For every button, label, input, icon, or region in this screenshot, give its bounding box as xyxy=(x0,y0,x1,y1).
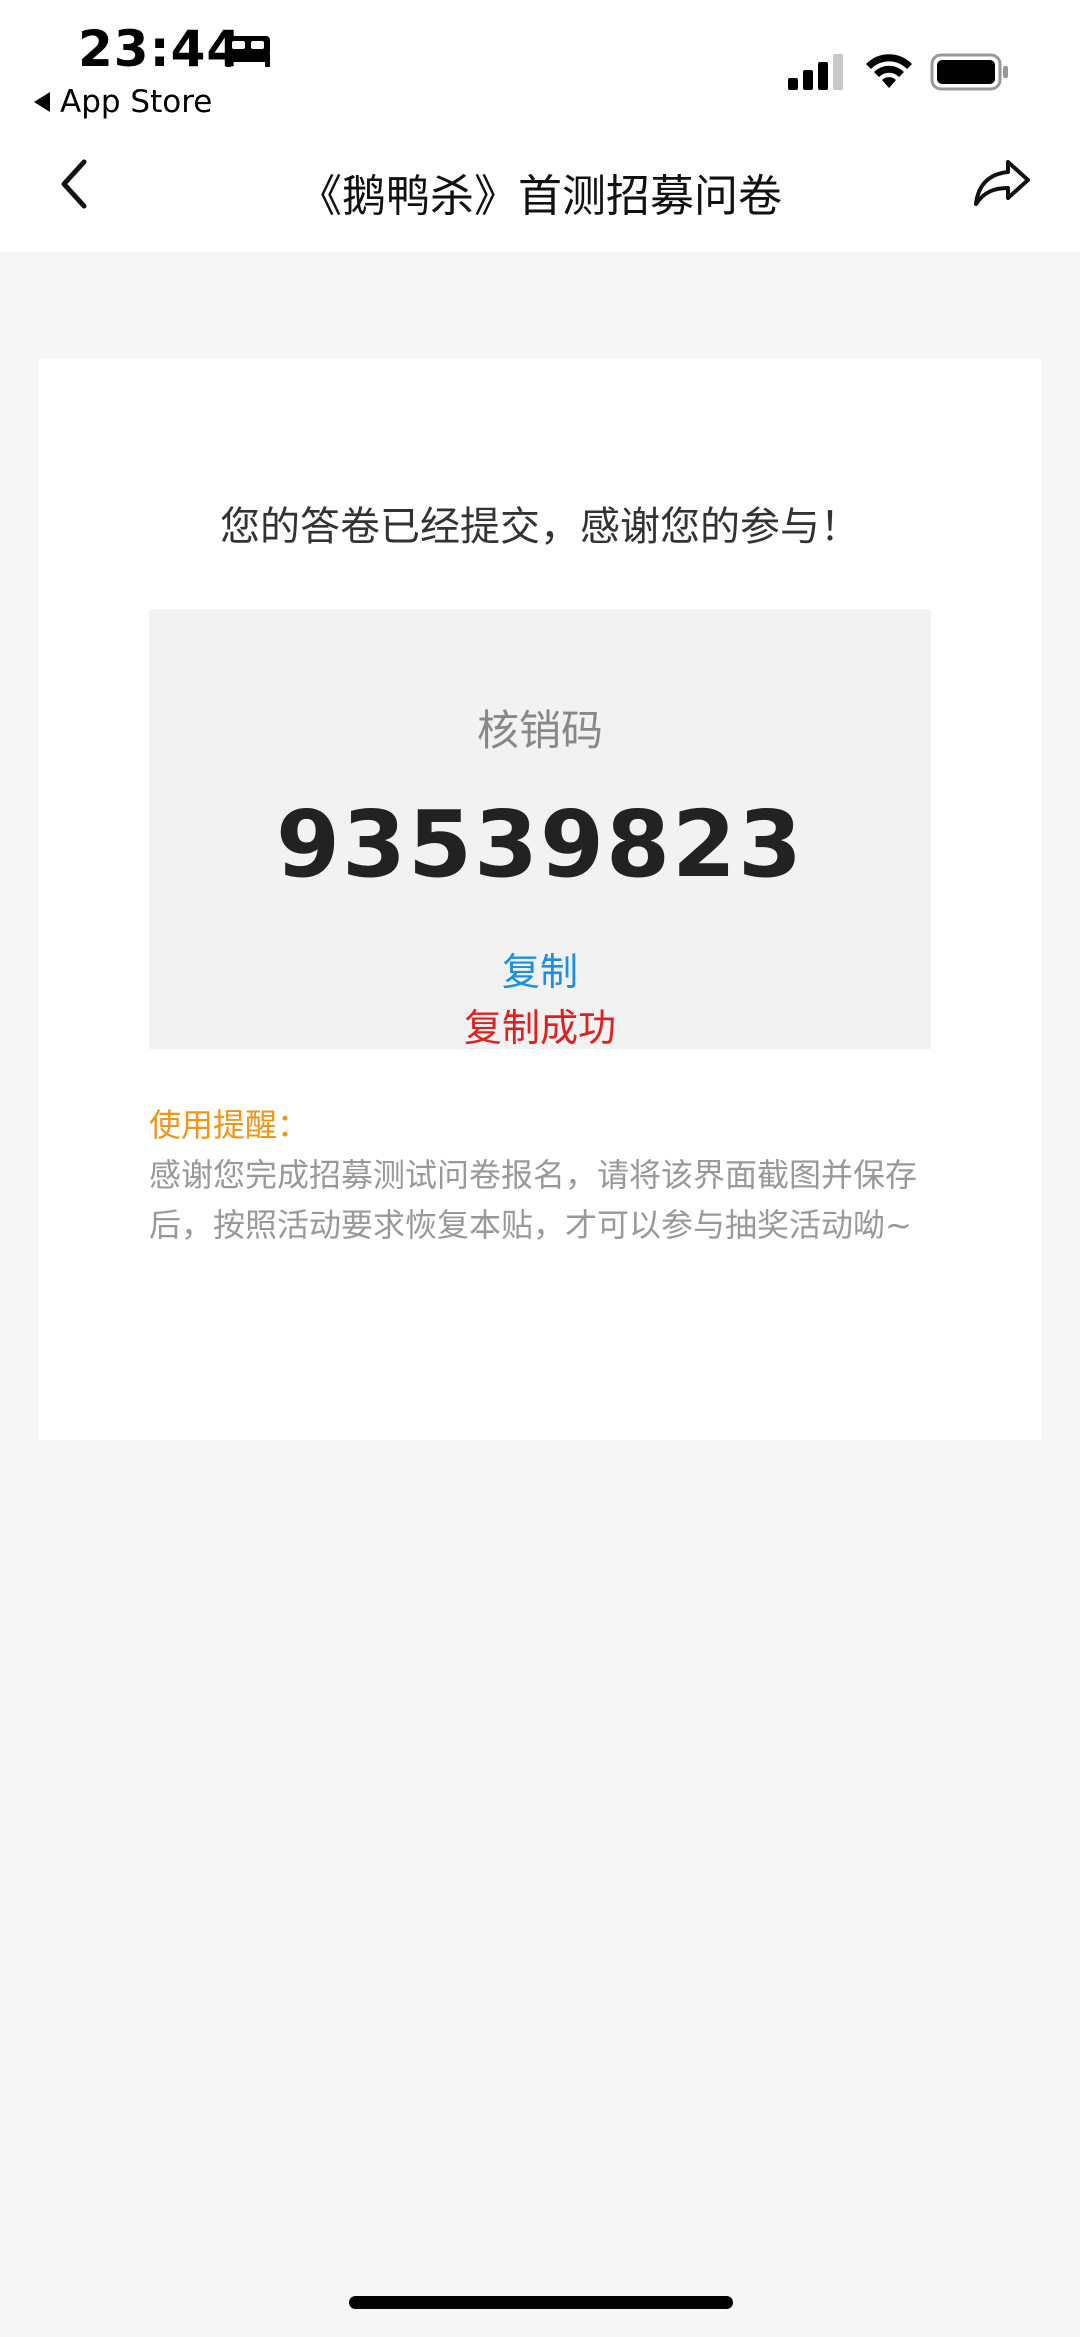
share-icon[interactable] xyxy=(972,154,1032,210)
result-card: 您的答卷已经提交，感谢您的参与！ 核销码 93539823 复制 复制成功 使用… xyxy=(39,358,1041,1440)
back-to-app-store[interactable]: App Store xyxy=(34,84,212,120)
home-indicator[interactable] xyxy=(349,2296,733,2309)
submit-message: 您的答卷已经提交，感谢您的参与！ xyxy=(220,504,860,550)
back-app-label: App Store xyxy=(60,84,213,120)
top-bar: 23:44 App Store 《鹅鸭杀》首测招募问卷 xyxy=(0,0,1080,252)
tip-title: 使用提醒： xyxy=(149,1106,310,1144)
copy-button[interactable]: 复制 xyxy=(440,941,640,996)
code-label: 核销码 xyxy=(476,706,603,755)
bed-icon xyxy=(226,36,270,67)
signal-icon xyxy=(788,54,843,90)
status-time: 23:44 xyxy=(78,20,243,78)
copy-success-text: 复制成功 xyxy=(463,1006,616,1050)
tip-body: 感谢您完成招募测试问卷报名，请将该界面截图并保存后，按照活动要求恢复本贴，才可以… xyxy=(149,1156,918,1244)
page-title: 《鹅鸭杀》首测招募问卷 xyxy=(298,171,782,222)
verification-code: 93539823 xyxy=(275,791,805,898)
chevron-left-icon[interactable] xyxy=(56,156,96,212)
verification-code-box: 核销码 93539823 复制 复制成功 xyxy=(149,609,931,1050)
wifi-icon xyxy=(866,54,912,88)
battery-icon xyxy=(930,53,1008,91)
back-triangle-icon xyxy=(34,92,50,112)
